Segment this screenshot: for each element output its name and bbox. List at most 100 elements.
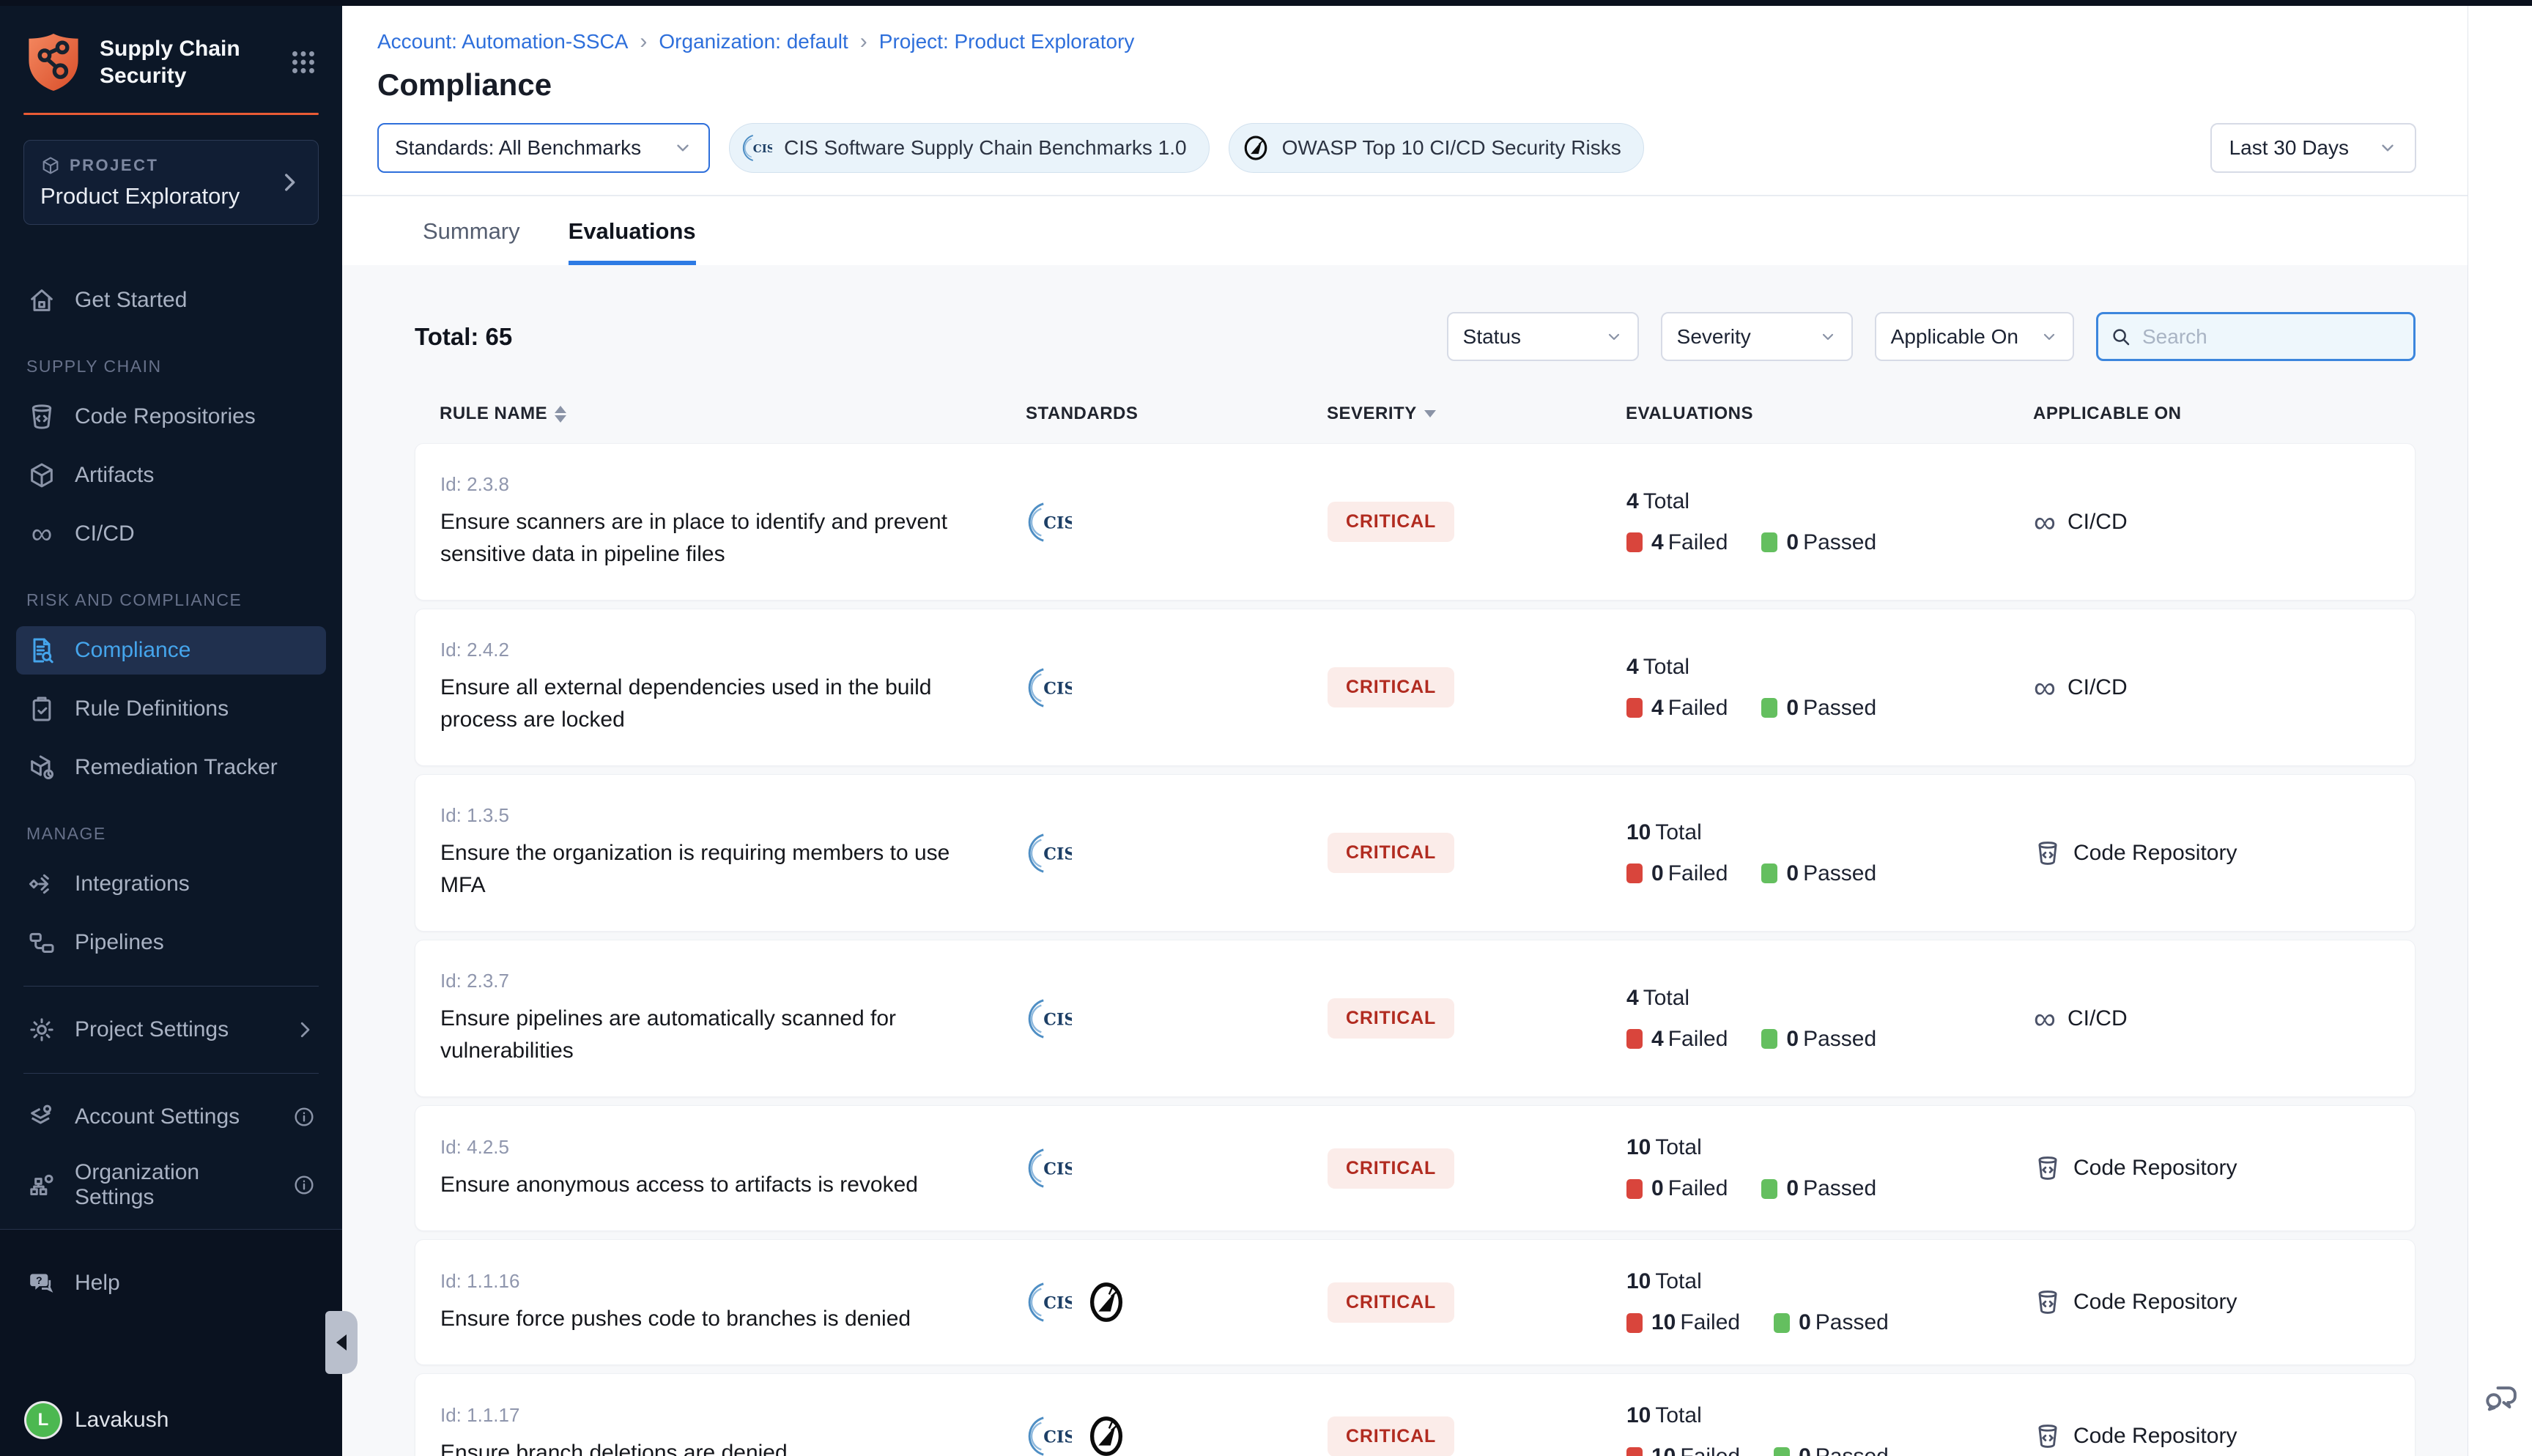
- sidebar-item-code-repositories[interactable]: Code Repositories: [16, 393, 326, 441]
- breadcrumb-account-link[interactable]: Account: Automation-SSCA: [377, 30, 628, 53]
- breadcrumb-project-link[interactable]: Project: Product Exploratory: [879, 30, 1135, 53]
- cicd-icon: ∞: [2034, 1003, 2056, 1034]
- evaluations-cell: 4Total 4Failed 0Passed: [1626, 655, 2034, 721]
- applicable-on-label: CI/CD: [2068, 1006, 2128, 1031]
- severity-filter-dropdown[interactable]: Severity: [1661, 312, 1853, 361]
- code-repository-icon: [2034, 839, 2062, 867]
- sidebar-item-remediation-tracker[interactable]: Remediation Tracker: [16, 743, 326, 792]
- column-header-rule-name[interactable]: RULE NAME: [415, 404, 1026, 424]
- rule-id: Id: 1.1.16: [440, 1270, 1026, 1293]
- breadcrumb-organization-link[interactable]: Organization: default: [659, 30, 848, 53]
- table-header: RULE NAME STANDARDS SEVERITY EVALUATIONS…: [415, 404, 2416, 424]
- infinity-icon: ∞: [26, 519, 57, 549]
- date-range-dropdown[interactable]: Last 30 Days: [2210, 123, 2416, 173]
- applicable-on-label: Code Repository: [2073, 841, 2237, 866]
- clipboard-check-icon: [26, 694, 57, 724]
- page-header: Account: Automation-SSCA › Organization:…: [342, 0, 2468, 103]
- search-icon: [2110, 326, 2132, 348]
- tab-evaluations[interactable]: Evaluations: [569, 218, 696, 265]
- cis-standard-icon: CIS: [1026, 996, 1072, 1041]
- eval-failed-label: Failed: [1668, 1176, 1728, 1200]
- sidebar-item-label: Account Settings: [75, 1104, 240, 1129]
- svg-text:CIS: CIS: [1043, 844, 1072, 863]
- table-row[interactable]: Id: 1.1.16 Ensure force pushes code to b…: [415, 1239, 2416, 1365]
- rule-title: Ensure the organization is requiring mem…: [440, 837, 975, 902]
- table-row[interactable]: Id: 4.2.5 Ensure anonymous access to art…: [415, 1105, 2416, 1231]
- cis-standard-icon: CIS: [1026, 1145, 1072, 1191]
- eval-total-label: Total: [1643, 986, 1689, 1010]
- info-icon[interactable]: [292, 1105, 316, 1129]
- breadcrumb: Account: Automation-SSCA › Organization:…: [377, 29, 2468, 54]
- rule-title: Ensure pipelines are automatically scann…: [440, 1003, 975, 1067]
- sidebar-item-rule-definitions[interactable]: Rule Definitions: [16, 685, 326, 733]
- eval-passed-count: 0: [1786, 696, 1799, 720]
- eval-passed-label: Passed: [1815, 1444, 1889, 1456]
- sidebar-item-pipelines[interactable]: Pipelines: [16, 918, 326, 967]
- table-row[interactable]: Id: 2.3.7 Ensure pipelines are automatic…: [415, 940, 2416, 1097]
- sidebar-item-project-settings[interactable]: Project Settings: [16, 1006, 326, 1054]
- info-icon[interactable]: [292, 1173, 316, 1197]
- failed-indicator: [1626, 1313, 1643, 1333]
- filter-bar: Standards: All Benchmarks CIS CIS Softwa…: [342, 103, 2468, 196]
- applicable-on-cell: Code Repository: [2034, 1288, 2415, 1316]
- project-switcher[interactable]: PROJECT Product Exploratory: [23, 140, 319, 225]
- applicable-on-filter-label: Applicable On: [1891, 325, 2018, 349]
- sidebar-collapse-handle[interactable]: [325, 1311, 358, 1374]
- divider: [23, 986, 319, 987]
- rule-id: Id: 1.3.5: [440, 804, 1026, 827]
- project-name: Product Exploratory: [40, 183, 277, 209]
- table-row[interactable]: Id: 1.3.5 Ensure the organization is req…: [415, 774, 2416, 932]
- sidebar-item-compliance[interactable]: Compliance: [16, 626, 326, 675]
- user-menu[interactable]: L Lavakush: [16, 1403, 326, 1437]
- chevron-right-icon: [294, 1019, 316, 1041]
- applicable-on-label: Code Repository: [2073, 1156, 2237, 1181]
- sidebar-footer: ? Help L Lavakush: [0, 1229, 342, 1456]
- tab-summary[interactable]: Summary: [423, 218, 520, 265]
- code-repository-icon: [26, 401, 57, 432]
- support-chat-icon[interactable]: [2480, 1377, 2521, 1418]
- search-input[interactable]: [2142, 325, 2402, 349]
- brand-accent-divider: [23, 113, 319, 115]
- chevron-down-icon: [1605, 328, 1623, 346]
- sidebar-item-help[interactable]: ? Help: [16, 1259, 326, 1307]
- passed-indicator: [1774, 1313, 1790, 1333]
- chip-cis-benchmark[interactable]: CIS CIS Software Supply Chain Benchmarks…: [729, 123, 1209, 173]
- sidebar-item-organization-settings[interactable]: Organization Settings: [16, 1151, 326, 1219]
- applicable-on-cell: ∞ CI/CD: [2034, 1003, 2415, 1034]
- column-header-standards: STANDARDS: [1026, 404, 1327, 424]
- severity-filter-label: Severity: [1677, 325, 1751, 349]
- eval-passed-label: Passed: [1803, 861, 1876, 885]
- eval-total-label: Total: [1655, 820, 1701, 844]
- evaluations-cell: 10Total 10Failed 0Passed: [1626, 1403, 2034, 1456]
- applicable-on-filter-dropdown[interactable]: Applicable On: [1875, 312, 2074, 361]
- sidebar-item-account-settings[interactable]: Account Settings: [16, 1093, 326, 1141]
- sidebar-item-integrations[interactable]: Integrations: [16, 860, 326, 908]
- eval-passed-label: Passed: [1803, 1027, 1876, 1051]
- applicable-on-cell: Code Repository: [2034, 1154, 2415, 1182]
- app-grid-icon[interactable]: [286, 45, 320, 79]
- column-header-severity[interactable]: SEVERITY: [1327, 404, 1626, 424]
- sort-icon[interactable]: [555, 406, 566, 423]
- eval-passed-count: 0: [1786, 530, 1799, 554]
- org-gear-icon: [26, 1170, 57, 1200]
- standards-dropdown[interactable]: Standards: All Benchmarks: [377, 123, 710, 173]
- eval-passed-count: 0: [1786, 1176, 1799, 1200]
- sidebar-item-artifacts[interactable]: Artifacts: [16, 451, 326, 499]
- table-row[interactable]: Id: 2.4.2 Ensure all external dependenci…: [415, 609, 2416, 766]
- chip-owasp-top10[interactable]: OWASP Top 10 CI/CD Security Risks: [1229, 123, 1644, 173]
- sidebar-item-cicd[interactable]: ∞ CI/CD: [16, 510, 326, 558]
- chevron-down-icon: [2378, 138, 2397, 157]
- eval-passed-count: 0: [1799, 1310, 1811, 1334]
- help-chat-icon: ?: [26, 1268, 57, 1299]
- table-row[interactable]: Id: 2.3.8 Ensure scanners are in place t…: [415, 443, 2416, 601]
- code-repository-icon: [2034, 1288, 2062, 1316]
- search-field[interactable]: [2096, 312, 2416, 361]
- sidebar-item-label: Integrations: [75, 872, 190, 896]
- eval-total-count: 10: [1626, 820, 1651, 844]
- eval-failed-count: 4: [1651, 530, 1664, 554]
- table-row[interactable]: Id: 1.1.17 Ensure branch deletions are d…: [415, 1373, 2416, 1456]
- svg-text:CIS: CIS: [1043, 513, 1072, 532]
- sidebar-item-get-started[interactable]: Get Started: [16, 276, 326, 324]
- evaluations-cell: 10Total 10Failed 0Passed: [1626, 1269, 2034, 1335]
- status-filter-dropdown[interactable]: Status: [1447, 312, 1639, 361]
